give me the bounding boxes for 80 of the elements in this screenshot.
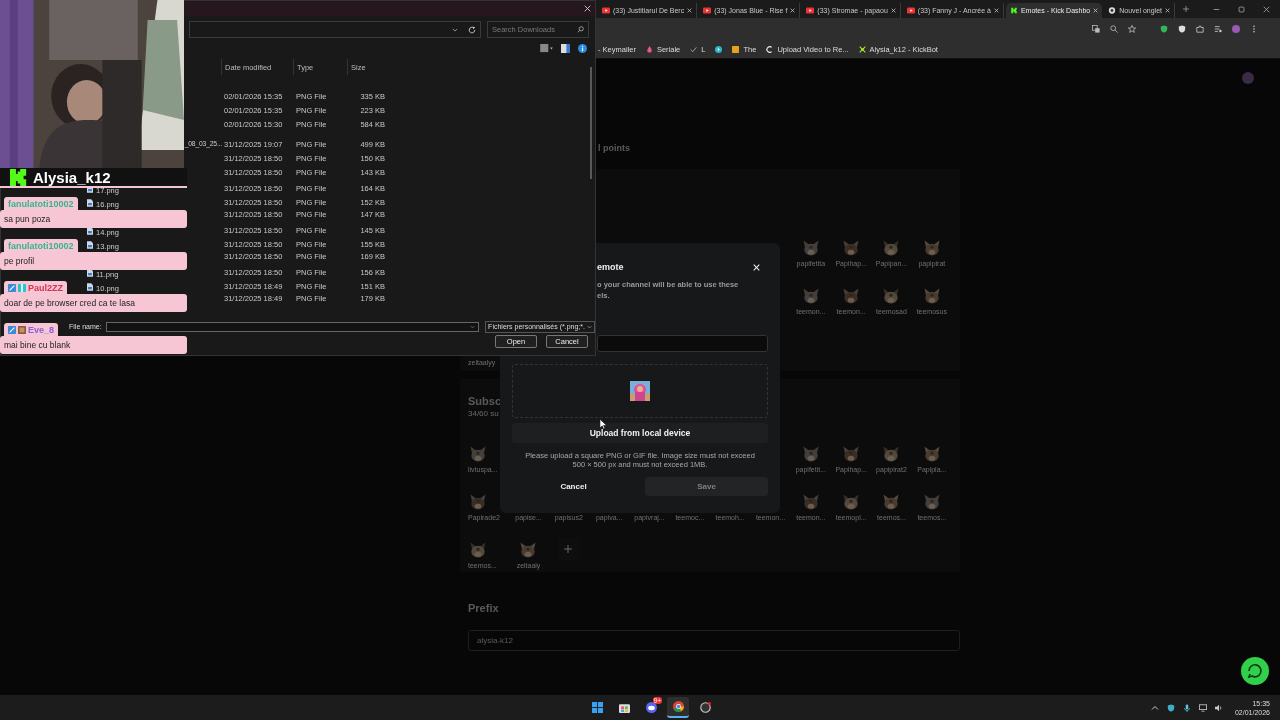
microphone-icon[interactable]	[1182, 703, 1191, 712]
shield-icon[interactable]	[1178, 25, 1186, 33]
windows-icon	[591, 702, 603, 713]
chrome-icon	[672, 701, 684, 712]
username: Eve_8	[28, 324, 55, 335]
globe-icon	[1108, 7, 1117, 14]
controller-icon	[645, 702, 657, 713]
play-icon	[906, 7, 915, 14]
chevron-icon	[587, 324, 592, 329]
close-icon[interactable]	[584, 5, 591, 12]
help-icon[interactable]	[578, 44, 587, 53]
k-logo-icon	[10, 168, 27, 186]
k-logo-icon	[1009, 7, 1018, 14]
username: fanulatoti10002	[8, 198, 74, 209]
close-icon[interactable]	[993, 8, 999, 13]
play-icon[interactable]	[715, 45, 723, 53]
cursor-icon	[600, 419, 607, 430]
chat-message: doar de pe browser cred ca te lasa	[0, 294, 187, 312]
chevron-icon[interactable]	[452, 27, 458, 32]
search-icon	[577, 26, 584, 33]
restore-icon[interactable]	[1238, 5, 1245, 13]
image-file-icon	[87, 283, 93, 291]
close-icon[interactable]	[687, 8, 693, 13]
sword-badge-icon	[8, 325, 16, 334]
image-file-icon	[87, 199, 93, 207]
ring-icon	[699, 702, 711, 713]
plus-icon	[563, 545, 572, 553]
chat-bubble-icon[interactable]	[1241, 657, 1269, 685]
zoom-icon[interactable]	[1110, 25, 1118, 33]
monitor-icon[interactable]	[1198, 703, 1207, 712]
robot-icon	[858, 45, 866, 53]
star-icon[interactable]	[1128, 25, 1136, 33]
chat-message: sa pun poza	[0, 210, 187, 228]
file-name-field[interactable]	[105, 321, 480, 332]
avatar-icon[interactable]	[1232, 25, 1240, 33]
c-icon	[766, 45, 774, 53]
section-heading: Subsc	[468, 395, 501, 407]
image-file-icon	[87, 241, 93, 249]
flame-icon	[645, 45, 653, 53]
name-field[interactable]	[597, 335, 768, 352]
section-heading: Prefix	[468, 602, 499, 614]
shield-icon[interactable]	[1160, 25, 1168, 33]
dialog-title: emote	[597, 262, 624, 272]
section-heading: l points	[597, 143, 631, 155]
refresh-icon[interactable]	[468, 25, 476, 34]
address-field[interactable]	[189, 21, 481, 38]
translate-icon[interactable]	[1092, 25, 1100, 33]
shield-icon[interactable]	[1166, 703, 1175, 712]
close-icon[interactable]	[790, 8, 796, 13]
close-icon[interactable]	[890, 8, 896, 13]
play-icon	[602, 7, 610, 14]
menu-icon[interactable]	[1250, 25, 1258, 33]
upload-button[interactable]: Upload from local device	[512, 423, 768, 443]
play-icon	[806, 7, 815, 14]
channel-name: Alysia_k12	[33, 168, 111, 186]
volume-icon[interactable]	[1214, 703, 1223, 712]
chat-message: pe profil	[0, 252, 187, 270]
scrollbar[interactable]	[590, 67, 592, 179]
play-icon	[703, 7, 712, 14]
username: Paul2ZZ	[28, 282, 63, 293]
gift-badge-icon	[18, 283, 26, 292]
puzzle-icon[interactable]	[1196, 25, 1204, 33]
chat-message: mai bine cu blank	[0, 336, 187, 354]
preview-pane-icon[interactable]	[561, 44, 570, 53]
media-icon[interactable]	[1214, 25, 1222, 33]
check-icon	[690, 45, 698, 53]
cancel-button[interactable]: Cancel	[512, 477, 635, 496]
box-badge-icon	[18, 325, 26, 334]
close-icon[interactable]	[1093, 8, 1099, 13]
bookmark-icon	[732, 45, 740, 53]
store-icon	[618, 702, 630, 713]
taskbar-app[interactable]	[667, 697, 689, 718]
username: fanulatoti10002	[8, 240, 74, 251]
view-icon[interactable]	[540, 44, 553, 53]
sword-badge-icon	[8, 283, 16, 292]
new-tab-icon[interactable]	[1183, 6, 1189, 12]
close-icon[interactable]	[1165, 8, 1170, 13]
chevron-up-icon[interactable]	[1150, 703, 1159, 712]
drop-zone[interactable]	[512, 364, 768, 418]
emote-count: 34/60 su	[468, 409, 499, 418]
